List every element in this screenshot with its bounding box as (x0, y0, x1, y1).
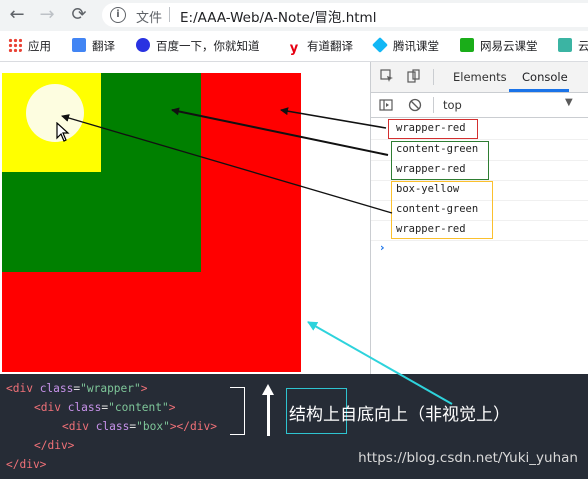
group-box-yellow (391, 181, 493, 239)
tab-console[interactable]: Console (522, 70, 568, 84)
bookmark-label: 百度一下，你就知道 (156, 39, 260, 53)
bookmark-tencent-classroom[interactable]: 腾讯课堂 (372, 37, 439, 54)
bookmark-label: 有道翻译 (307, 39, 353, 53)
console-toolbar: top ▼ (371, 93, 588, 118)
annotation-note: 结构上自底向上（非视觉上） (289, 405, 510, 425)
bookmark-translate[interactable]: 翻译 (72, 38, 115, 54)
code-line-4: </div> (34, 439, 75, 452)
bookmark-netease-classroom[interactable]: 网易云课堂 (460, 38, 538, 54)
tab-elements[interactable]: Elements (453, 70, 507, 84)
tencent-classroom-icon (372, 37, 388, 53)
bookmark-label: 网易云课堂 (480, 39, 538, 53)
bookmark-label: 腾讯课堂 (393, 39, 439, 53)
bookmark-cloud[interactable]: 云 (558, 38, 588, 54)
wrapper-red-div[interactable] (2, 73, 301, 372)
translate-icon (72, 38, 86, 52)
devtools-panel: Elements Console top ▼ wrapper-red conte… (370, 62, 588, 374)
box-yellow-div[interactable] (2, 73, 101, 172)
content-green-div[interactable] (2, 73, 201, 272)
youdao-icon: y (287, 42, 301, 56)
page-viewport (0, 62, 370, 374)
forward-arrow-icon[interactable]: → (36, 4, 58, 26)
click-highlight-circle (26, 84, 84, 142)
watermark: https://blog.csdn.net/Yuki_yuhan (358, 450, 578, 466)
bookmark-label: 翻译 (92, 39, 115, 53)
bookmark-youdao[interactable]: y 有道翻译 (287, 38, 353, 56)
cloud-icon (558, 38, 572, 52)
devtools-tab-bar: Elements Console (371, 62, 588, 93)
mouse-cursor-icon (56, 122, 70, 142)
code-line-1: <div class="wrapper"> (6, 382, 148, 395)
sidebar-toggle-icon[interactable] (379, 98, 393, 112)
url-text[interactable]: E:/AAA-Web/A-Note/冒泡.html (180, 6, 376, 26)
inspect-element-icon[interactable] (380, 69, 394, 83)
clear-console-icon[interactable] (408, 98, 422, 112)
tab-divider (433, 69, 434, 85)
group-box-green (391, 141, 489, 180)
active-tab-indicator (509, 89, 569, 92)
device-toolbar-icon[interactable] (407, 69, 421, 83)
browser-toolbar: ← → ⟳ i 文件 E:/AAA-Web/A-Note/冒泡.html (0, 0, 588, 31)
netease-classroom-icon (460, 38, 474, 52)
scheme-label: 文件 (136, 11, 163, 26)
code-line-2: <div class="content"> (34, 401, 176, 414)
info-icon[interactable]: i (110, 7, 126, 23)
baidu-paw-icon (136, 38, 150, 52)
console-prompt[interactable]: › (380, 241, 385, 254)
code-line-3: <div class="box"></div> (62, 420, 217, 433)
code-line-5: </div> (6, 458, 47, 471)
group-box-red (388, 119, 478, 139)
back-arrow-icon[interactable]: ← (6, 4, 28, 26)
code-snippet-panel: <div class="wrapper"> <div class="conten… (0, 374, 588, 479)
address-bar[interactable]: i 文件 E:/AAA-Web/A-Note/冒泡.html (102, 3, 588, 27)
context-selector[interactable]: top (443, 98, 462, 112)
address-separator (169, 7, 170, 22)
bookmark-label: 云 (578, 39, 588, 53)
up-arrow-shaft (267, 394, 270, 436)
filter-divider (433, 97, 434, 113)
bracket-annotation (230, 387, 245, 435)
bookmark-apps[interactable]: 应用 (8, 38, 51, 54)
bookmark-label: 应用 (28, 39, 51, 53)
bookmarks-bar: 应用 翻译 百度一下，你就知道 y 有道翻译 腾讯课堂 网易云课堂 云 (0, 31, 588, 62)
bookmark-baidu[interactable]: 百度一下，你就知道 (136, 38, 260, 54)
apps-grid-icon (8, 38, 22, 52)
chevron-down-icon[interactable]: ▼ (565, 97, 573, 108)
reload-icon[interactable]: ⟳ (68, 4, 90, 26)
